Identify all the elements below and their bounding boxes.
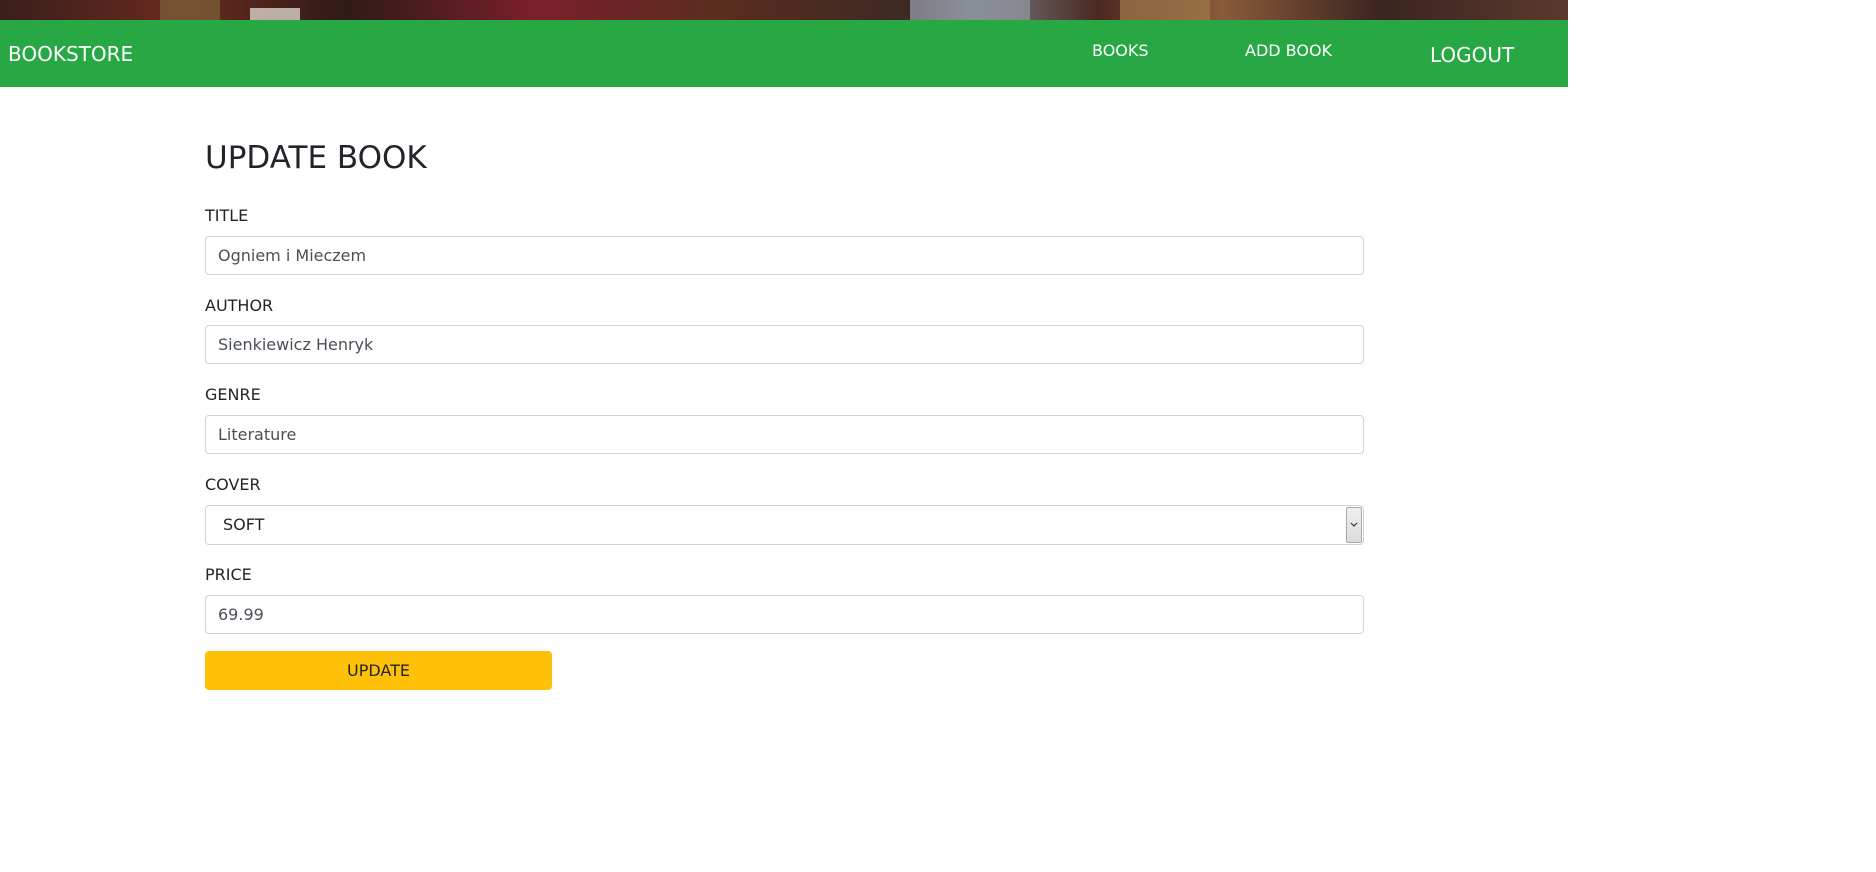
update-button[interactable]: UPDATE (205, 651, 552, 690)
update-book-form: UPDATE BOOK TITLE AUTHOR GENRE COVER SOF… (205, 138, 1364, 690)
nav-books-link[interactable]: BOOKS (1092, 40, 1149, 62)
nav-add-book-link[interactable]: ADD BOOK (1245, 40, 1332, 62)
brand-link[interactable]: BOOKSTORE (8, 41, 133, 67)
page-title: UPDATE BOOK (205, 140, 427, 176)
cover-label: COVER (205, 475, 261, 494)
nav-logout-link[interactable]: LOGOUT (1430, 42, 1514, 68)
cover-selected-value: SOFT (223, 515, 265, 534)
navbar: BOOKSTORE BOOKS ADD BOOK LOGOUT (0, 20, 1568, 87)
genre-label: GENRE (205, 385, 261, 404)
title-label: TITLE (205, 206, 249, 225)
author-label: AUTHOR (205, 296, 274, 315)
cover-select[interactable]: SOFT (205, 505, 1364, 545)
price-input[interactable] (205, 595, 1364, 634)
author-input[interactable] (205, 325, 1364, 364)
price-label: PRICE (205, 565, 252, 584)
title-input[interactable] (205, 236, 1364, 275)
header-banner-image (0, 0, 1568, 20)
genre-input[interactable] (205, 415, 1364, 454)
chevron-down-icon[interactable] (1346, 507, 1362, 543)
